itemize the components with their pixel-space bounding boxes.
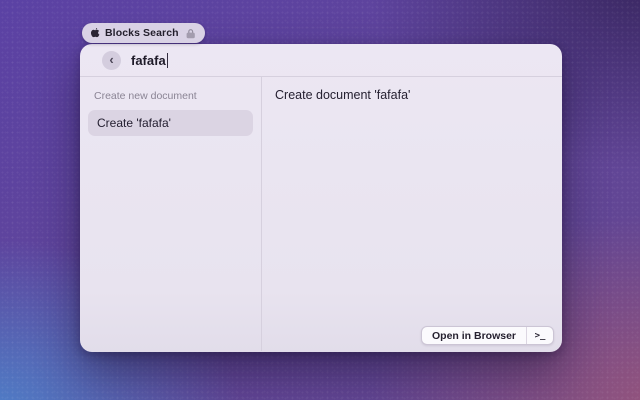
- app-badge[interactable]: Blocks Search: [82, 23, 205, 43]
- section-header: Create new document: [94, 90, 197, 102]
- search-query: fafafa: [131, 52, 166, 68]
- search-input[interactable]: fafafa: [131, 52, 169, 68]
- app-icon: [90, 27, 100, 39]
- action-bar: Open in Browser >_: [420, 326, 554, 345]
- terminal-button[interactable]: >_: [527, 327, 553, 344]
- detail-panel: Create document 'fafafa' Open in Browser…: [262, 77, 562, 351]
- desktop-wallpaper: Blocks Search ‹ fafafa Create new docume…: [0, 0, 640, 400]
- blocks-search-window: ‹ fafafa Create new document Create 'faf…: [80, 44, 562, 352]
- text-caret: [166, 52, 169, 68]
- app-badge-label: Blocks Search: [105, 27, 179, 39]
- results-panel: Create new document Create 'fafafa': [80, 77, 262, 351]
- list-item-create-document[interactable]: Create 'fafafa': [88, 110, 253, 136]
- lock-icon: [184, 28, 197, 39]
- open-in-browser-button[interactable]: Open in Browser: [422, 327, 526, 344]
- detail-title: Create document 'fafafa': [275, 88, 411, 102]
- search-bar: ‹ fafafa: [80, 44, 562, 77]
- back-button[interactable]: ‹: [102, 50, 121, 70]
- chevron-left-icon: ‹: [109, 52, 114, 67]
- terminal-prompt-icon: >_: [534, 330, 546, 341]
- window-content: Create new document Create 'fafafa' Crea…: [80, 77, 562, 351]
